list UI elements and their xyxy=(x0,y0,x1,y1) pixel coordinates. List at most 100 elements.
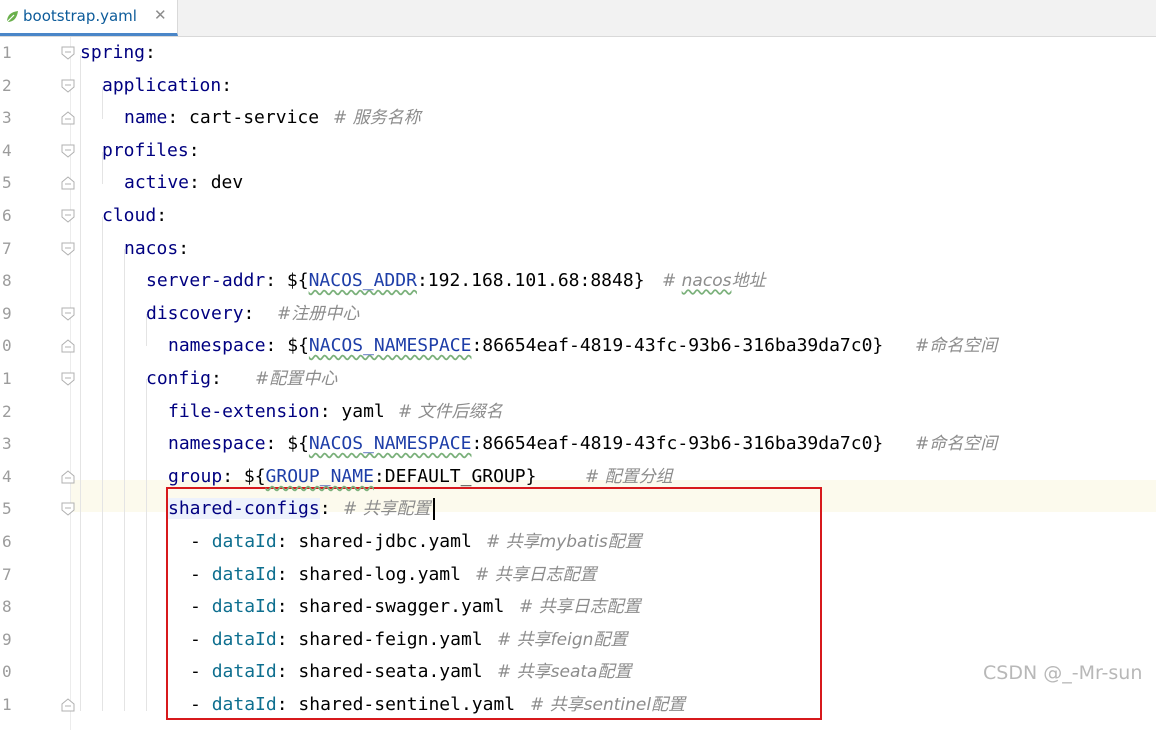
comment-text: # 共享seata配置 xyxy=(497,662,632,682)
line-number: 9 xyxy=(2,304,12,323)
comment-text: # 共享配置 xyxy=(343,499,431,519)
env-variable: NACOS_NAMESPACE xyxy=(308,335,472,356)
yaml-value: shared-jdbc.yaml xyxy=(287,531,472,552)
code-line: profiles: xyxy=(102,135,200,167)
yaml-comment: # 共享sentinel配置 xyxy=(530,689,685,721)
code-line: - dataId: shared-seata.yaml xyxy=(190,656,483,688)
fold-collapse-icon[interactable] xyxy=(61,79,75,93)
line-number: 0 xyxy=(2,336,12,355)
yaml-value: shared-sentinel.yaml xyxy=(287,694,516,715)
env-variable: NACOS_ADDR xyxy=(308,270,417,291)
env-variable: GROUP_NAME xyxy=(265,466,374,487)
fold-end-icon[interactable] xyxy=(61,339,75,353)
fold-end-icon[interactable] xyxy=(61,698,75,712)
fold-end-icon[interactable] xyxy=(61,470,75,484)
fold-collapse-icon[interactable] xyxy=(61,502,75,516)
yaml-separator: : xyxy=(276,694,288,715)
line-number: 1 xyxy=(2,695,12,714)
yaml-value-prefix: ${ xyxy=(276,270,309,291)
yaml-separator: : xyxy=(265,270,277,291)
tab-bootstrap-yaml[interactable]: bootstrap.yaml ✕ xyxy=(0,0,178,36)
list-dash: - xyxy=(190,531,212,552)
comment-text: # 共享mybatis配置 xyxy=(486,532,642,552)
yaml-separator: : xyxy=(189,172,200,193)
yaml-separator: : xyxy=(276,596,288,617)
line-number: 4 xyxy=(2,467,12,486)
code-line: active: dev xyxy=(124,167,243,199)
list-dash: - xyxy=(190,564,212,585)
code-line: - dataId: shared-feign.yaml xyxy=(190,624,483,656)
line-number: 1 xyxy=(2,43,12,62)
yaml-separator: : xyxy=(319,498,331,519)
fold-collapse-icon[interactable] xyxy=(61,372,75,386)
comment-text: # 共享日志配置 xyxy=(475,565,597,585)
fold-collapse-icon[interactable] xyxy=(61,307,75,321)
close-icon[interactable]: ✕ xyxy=(154,6,167,24)
code-line: application: xyxy=(102,70,232,102)
line-number: 4 xyxy=(2,141,12,160)
yaml-key: dataId xyxy=(211,629,277,650)
line-number: 6 xyxy=(2,532,12,551)
fold-collapse-icon[interactable] xyxy=(61,144,75,158)
line-number: 7 xyxy=(2,565,12,584)
list-dash: - xyxy=(190,661,212,682)
yaml-separator: : xyxy=(188,140,200,161)
yaml-separator: : xyxy=(178,238,190,259)
yaml-separator: : xyxy=(156,205,168,226)
yaml-comment: # 配置分组 xyxy=(585,461,673,493)
yaml-key: file-extension xyxy=(168,401,320,422)
line-number: 5 xyxy=(2,173,12,192)
fold-collapse-icon[interactable] xyxy=(61,242,75,256)
yaml-comment: # 共享seata配置 xyxy=(497,656,631,688)
yaml-separator: : xyxy=(319,401,331,422)
comment-text: # 文件后缀名 xyxy=(398,402,503,422)
yaml-key: group xyxy=(168,466,223,487)
code-line: - dataId: shared-swagger.yaml xyxy=(190,591,504,623)
yaml-separator: : xyxy=(145,42,156,63)
comment-rest: 地址 xyxy=(731,271,766,291)
yaml-key: namespace xyxy=(168,335,266,356)
comment-text: # 服务名称 xyxy=(333,108,421,128)
yaml-comment: # 共享配置 xyxy=(343,493,435,525)
fold-end-icon[interactable] xyxy=(61,176,75,190)
yaml-key: application xyxy=(102,75,222,96)
code-line: name: cart-service xyxy=(124,102,319,134)
line-number: 2 xyxy=(2,402,12,421)
code-line: group: ${GROUP_NAME:DEFAULT_GROUP} xyxy=(168,461,536,493)
yaml-separator: : xyxy=(276,661,288,682)
yaml-value-suffix: :86654eaf-4819-43fc-93b6-316ba39da7c0} xyxy=(471,433,884,454)
fold-collapse-icon[interactable] xyxy=(61,46,75,60)
watermark: CSDN @_-Mr-sun xyxy=(983,662,1143,684)
comment-wavy: nacos xyxy=(681,271,732,291)
comment-text: #注册中心 xyxy=(277,304,360,324)
yaml-comment: # 共享日志配置 xyxy=(519,591,641,623)
yaml-comment: #注册中心 xyxy=(277,298,359,330)
yaml-separator: : xyxy=(167,107,179,128)
yaml-key: dataId xyxy=(211,694,277,715)
fold-collapse-icon[interactable] xyxy=(61,209,75,223)
code-editor[interactable]: 1 spring: 2 application: 3 name: cart-service… xyxy=(0,37,1156,730)
line-number: 3 xyxy=(2,108,12,127)
comment-text: # 共享sentinel配置 xyxy=(530,695,686,715)
yaml-separator: : xyxy=(222,466,234,487)
line-number: 2 xyxy=(2,76,12,95)
indent-guide xyxy=(80,55,81,711)
yaml-key: nacos xyxy=(124,238,179,259)
fold-end-icon[interactable] xyxy=(61,111,75,125)
code-line: - dataId: shared-jdbc.yaml xyxy=(190,526,472,558)
line-number: 1 xyxy=(2,369,12,388)
yaml-value-suffix: :86654eaf-4819-43fc-93b6-316ba39da7c0} xyxy=(471,335,884,356)
yaml-separator: : xyxy=(276,629,288,650)
code-line: namespace: ${NACOS_NAMESPACE:86654eaf-48… xyxy=(168,428,883,460)
line-number: 8 xyxy=(2,597,12,616)
line-number: 0 xyxy=(2,662,12,681)
yaml-value-prefix: ${ xyxy=(233,466,266,487)
line-number: 5 xyxy=(2,499,12,518)
code-line: cloud: xyxy=(102,200,167,232)
yaml-separator: : xyxy=(221,75,233,96)
code-line: config: xyxy=(146,363,222,395)
yaml-value: shared-swagger.yaml xyxy=(287,596,505,617)
yaml-key: dataId xyxy=(211,596,277,617)
yaml-value: yaml xyxy=(330,401,385,422)
yaml-comment: # 共享feign配置 xyxy=(497,624,627,656)
